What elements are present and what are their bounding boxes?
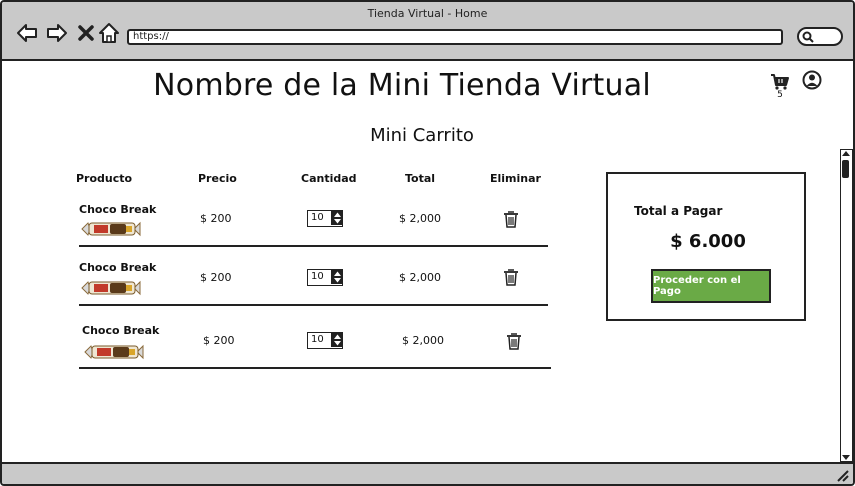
address-url: https:// xyxy=(133,31,169,42)
store-name-heading: Nombre de la Mini Tienda Virtual xyxy=(153,68,651,103)
column-header-remove: Eliminar xyxy=(490,172,541,185)
proceed-payment-button[interactable]: Proceder con el Pago xyxy=(651,269,771,303)
cart-icon[interactable] xyxy=(770,73,790,91)
product-image xyxy=(81,221,141,237)
scroll-down-icon[interactable] xyxy=(841,453,851,461)
window-title: Tienda Virtual - Home xyxy=(367,7,488,20)
trash-icon[interactable] xyxy=(503,268,519,286)
scroll-up-icon[interactable] xyxy=(841,150,851,158)
line-total: $ 2,000 xyxy=(399,212,441,225)
home-icon[interactable] xyxy=(98,22,120,44)
browser-search-field[interactable] xyxy=(797,27,843,46)
stepper-arrows-icon[interactable] xyxy=(331,270,342,284)
browser-toolbar: Tienda Virtual - Home https:// xyxy=(2,2,853,61)
cart-row: Choco Break $ 200 10 $ 2,000 xyxy=(2,324,602,384)
product-price: $ 200 xyxy=(203,334,235,347)
resize-grip-icon[interactable] xyxy=(835,468,849,482)
column-header-product: Producto xyxy=(76,172,133,185)
browser-window: Tienda Virtual - Home https:// Nombre de… xyxy=(0,0,855,486)
cart-title: Mini Carrito xyxy=(370,125,474,146)
stepper-arrows-icon[interactable] xyxy=(331,211,342,225)
scroll-thumb[interactable] xyxy=(842,160,849,178)
back-arrow-icon[interactable] xyxy=(16,22,38,44)
column-header-total: Total xyxy=(405,172,436,185)
close-icon[interactable] xyxy=(75,22,97,44)
search-icon xyxy=(802,31,814,43)
product-price: $ 200 xyxy=(200,271,232,284)
quantity-stepper[interactable]: 10 xyxy=(307,210,343,227)
status-bar xyxy=(2,462,853,484)
trash-icon[interactable] xyxy=(503,210,519,228)
vertical-scrollbar[interactable] xyxy=(840,149,853,462)
product-image xyxy=(81,280,141,296)
product-name: Choco Break xyxy=(79,203,157,216)
stepper-arrows-icon[interactable] xyxy=(331,333,342,347)
row-divider xyxy=(79,367,551,369)
line-total: $ 2,000 xyxy=(402,334,444,347)
forward-arrow-icon[interactable] xyxy=(46,22,68,44)
trash-icon[interactable] xyxy=(506,332,522,350)
column-header-price: Precio xyxy=(198,172,237,185)
product-name: Choco Break xyxy=(82,324,160,337)
cart-row: Choco Break $ 200 10 $ 2,000 xyxy=(2,261,602,321)
row-divider xyxy=(79,245,548,247)
quantity-value: 10 xyxy=(311,271,324,282)
product-image xyxy=(84,344,144,360)
quantity-stepper[interactable]: 10 xyxy=(307,269,343,286)
summary-amount: $ 6.000 xyxy=(670,231,746,252)
quantity-stepper[interactable]: 10 xyxy=(307,332,343,349)
quantity-value: 10 xyxy=(311,334,324,345)
summary-label: Total a Pagar xyxy=(634,204,723,218)
column-header-quantity: Cantidad xyxy=(301,172,357,185)
quantity-value: 10 xyxy=(311,212,324,223)
cart-count-badge: 5 xyxy=(777,90,783,100)
product-price: $ 200 xyxy=(200,212,232,225)
order-summary-box: Total a Pagar $ 6.000 Proceder con el Pa… xyxy=(606,172,806,321)
address-bar[interactable]: https:// xyxy=(127,29,783,45)
product-name: Choco Break xyxy=(79,261,157,274)
cart-row: Choco Break $ 200 10 $ 2,000 xyxy=(2,202,602,262)
line-total: $ 2,000 xyxy=(399,271,441,284)
user-icon[interactable] xyxy=(802,70,822,90)
row-divider xyxy=(79,304,548,306)
